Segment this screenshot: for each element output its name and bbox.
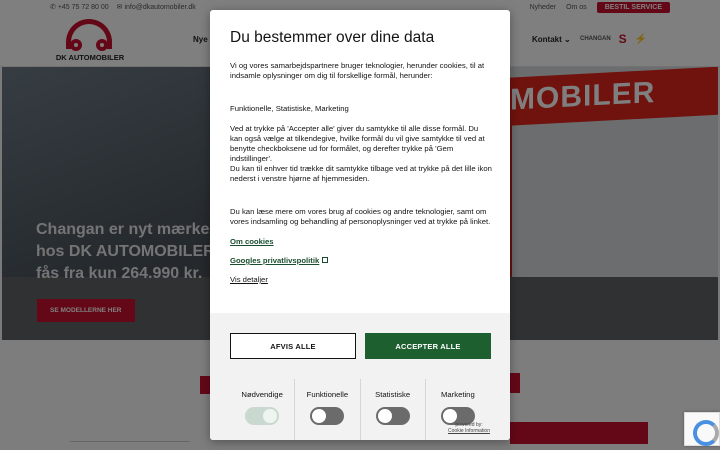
- external-link-icon: [322, 257, 329, 263]
- toggle-necessary: Nødvendige: [230, 379, 296, 440]
- google-privacy-label: Googles privatlivspolitik: [230, 256, 320, 265]
- dialog-body: Vi og vores samarbejdspartnere bruger te…: [230, 61, 492, 285]
- about-cookies-label: Om cookies: [230, 237, 274, 246]
- intro-text: Vi og vores samarbejdspartnere bruger te…: [230, 61, 485, 80]
- google-privacy-link[interactable]: Googles privatlivspolitik: [230, 256, 492, 266]
- toggle-necessary-switch[interactable]: [245, 407, 280, 425]
- dialog-title: Du bestemmer over dine data: [230, 29, 435, 46]
- withdraw-info-text: Du kan til enhver tid trække dit samtykk…: [230, 164, 492, 183]
- toggle-marketing-label: Marketing: [440, 390, 475, 399]
- toggle-functional: Funktionelle: [295, 379, 361, 440]
- about-cookies-link[interactable]: Om cookies: [230, 237, 492, 247]
- recaptcha-badge[interactable]: [684, 412, 720, 446]
- toggle-functional-switch[interactable]: [310, 407, 345, 425]
- purposes-text: Funktionelle, Statistiske, Marketing: [230, 104, 349, 113]
- accept-all-button[interactable]: ACCEPTER ALLE: [365, 333, 491, 359]
- powered-by-brand-link[interactable]: Cookie Information: [448, 428, 490, 434]
- toggle-statistics-label: Statistiske: [375, 390, 411, 399]
- toggle-functional-label: Funktionelle: [306, 390, 349, 399]
- reject-all-button[interactable]: AFVIS ALLE: [230, 333, 356, 359]
- accept-info-text: Ved at trykke på 'Accepter alle' giver d…: [230, 124, 485, 163]
- toggle-statistics: Statistiske: [361, 379, 426, 440]
- show-details-label: Vis detaljer: [230, 275, 268, 284]
- dialog-footer: AFVIS ALLE ACCEPTER ALLE Nødvendige Funk…: [210, 313, 510, 440]
- read-more-text: Du kan læse mere om vores brug af cookie…: [230, 207, 491, 226]
- show-details-link[interactable]: Vis detaljer: [230, 275, 268, 284]
- cookie-consent-dialog: Du bestemmer over dine data Vi og vores …: [210, 10, 510, 440]
- toggle-necessary-label: Nødvendige: [241, 390, 283, 399]
- powered-by: powered by: Cookie Information: [448, 422, 490, 434]
- toggle-statistics-switch[interactable]: [375, 407, 410, 425]
